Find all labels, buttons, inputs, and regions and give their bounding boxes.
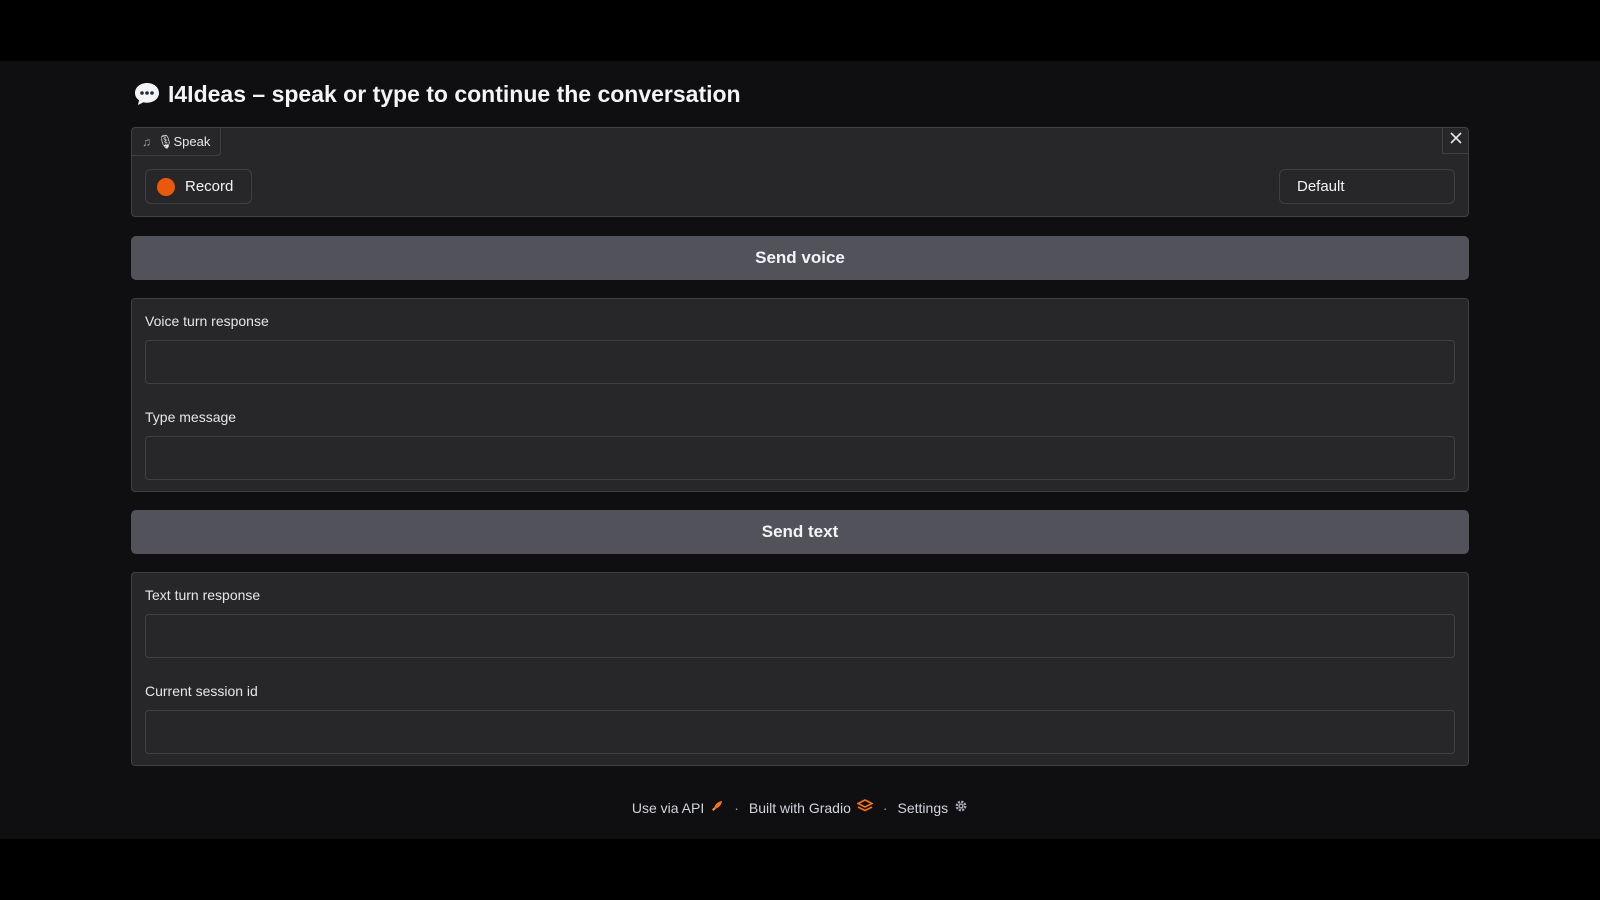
- rocket-icon: [710, 799, 724, 816]
- speech-bubble-icon: [132, 79, 162, 109]
- voice-response-label: Voice turn response: [145, 313, 269, 329]
- type-message-input[interactable]: [145, 436, 1455, 480]
- text-response-label: Text turn response: [145, 587, 261, 603]
- use-via-api-label: Use via API: [631, 799, 705, 816]
- page-title: I4Ideas – speak or type to continue the …: [132, 79, 741, 109]
- type-message-label: Type message: [145, 409, 237, 425]
- send-text-label: Send text: [761, 522, 839, 541]
- music-note-icon: ♫: [142, 134, 151, 149]
- microphone-device-select[interactable]: Default: [1279, 169, 1455, 204]
- page-title-text: I4Ideas – speak or type to continue the …: [168, 80, 741, 107]
- settings-link[interactable]: Settings: [898, 799, 969, 816]
- audio-input-panel: ♫ 🎙Speak Record Default: [131, 127, 1469, 217]
- gear-icon: [954, 799, 968, 816]
- footer: Use via API · Built with Gradio · Settin…: [0, 799, 1600, 816]
- voice-form-panel: Voice turn response Type message: [131, 298, 1469, 492]
- device-select-value: Default: [1297, 178, 1345, 195]
- use-via-api-link[interactable]: Use via API: [632, 799, 724, 816]
- footer-separator: ·: [882, 799, 888, 816]
- send-voice-button[interactable]: Send voice: [131, 236, 1469, 280]
- close-icon: [1449, 131, 1463, 150]
- built-with-gradio-link[interactable]: Built with Gradio: [748, 799, 874, 816]
- record-button[interactable]: Record: [145, 169, 253, 204]
- record-dot-icon: [157, 177, 175, 196]
- built-with-gradio-label: Built with Gradio: [748, 799, 851, 816]
- text-form-panel: Text turn response Current session id: [131, 572, 1469, 766]
- tab-speak[interactable]: ♫ 🎙Speak: [132, 128, 222, 156]
- top-black-bar: [0, 0, 1600, 61]
- voice-response-field[interactable]: [145, 340, 1455, 384]
- record-label: Record: [185, 178, 234, 195]
- close-button[interactable]: [1442, 128, 1468, 154]
- tab-speak-label: 🎙Speak: [157, 133, 211, 149]
- send-voice-label: Send voice: [755, 248, 845, 267]
- session-id-field[interactable]: [145, 710, 1455, 754]
- bottom-black-bar: [0, 839, 1600, 900]
- settings-label: Settings: [897, 799, 949, 816]
- text-response-field[interactable]: [145, 614, 1455, 658]
- footer-separator: ·: [734, 799, 739, 816]
- session-id-label: Current session id: [145, 683, 258, 699]
- send-text-button[interactable]: Send text: [131, 510, 1469, 554]
- gradio-logo-icon: [856, 799, 874, 816]
- app-container: I4Ideas – speak or type to continue the …: [0, 61, 1600, 839]
